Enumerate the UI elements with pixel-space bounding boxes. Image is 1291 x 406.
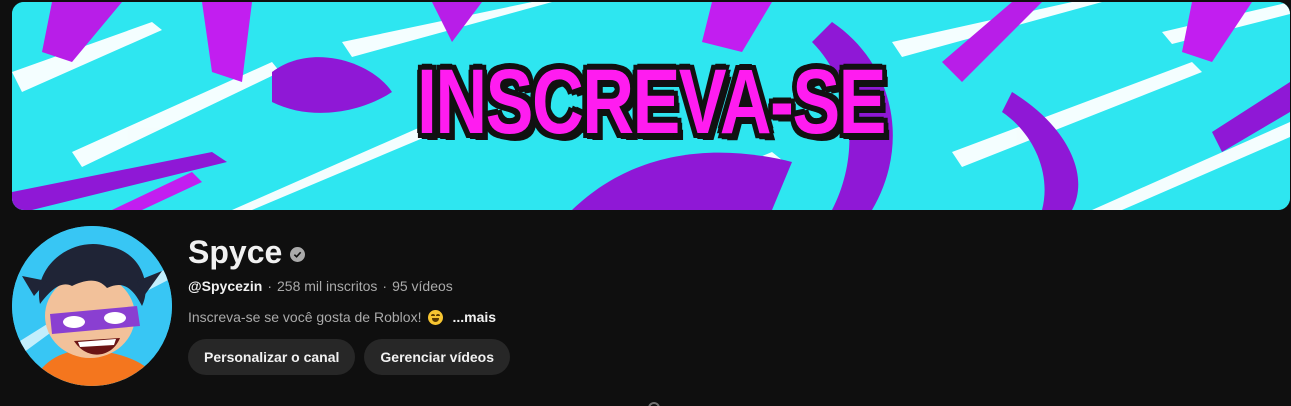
video-count: 95 vídeos — [392, 278, 453, 294]
channel-description[interactable]: Inscreva-se se você gosta de Roblox! ...… — [188, 309, 510, 325]
channel-avatar[interactable] — [12, 226, 172, 386]
verified-check-icon — [290, 246, 306, 262]
channel-name: Spyce — [188, 233, 283, 270]
description-text: Inscreva-se se você gosta de Roblox! — [188, 309, 422, 325]
channel-page: INSCREVA-SE Spyce @Spycezin · 258 mil in… — [0, 0, 1291, 406]
meta-separator: · — [267, 278, 273, 294]
channel-name-row: Spyce — [188, 232, 510, 272]
banner-title: INSCREVA-SE — [417, 51, 887, 153]
channel-info: Spyce @Spycezin · 258 mil inscritos · 95… — [188, 232, 511, 375]
customize-channel-button[interactable]: Personalizar o canal — [188, 339, 356, 375]
channel-handle: @Spycezin — [188, 278, 263, 294]
channel-meta: @Spycezin · 258 mil inscritos · 95 vídeo… — [188, 278, 510, 294]
grinning-face-icon — [428, 309, 444, 325]
channel-banner: INSCREVA-SE — [12, 2, 1290, 210]
manage-videos-button[interactable]: Gerenciar vídeos — [364, 339, 511, 375]
subscriber-count: 258 mil inscritos — [277, 278, 378, 294]
avatar-illustration — [12, 226, 172, 386]
channel-actions: Personalizar o canal Gerenciar vídeos — [188, 339, 511, 375]
loading-spinner-icon — [648, 402, 660, 406]
more-link[interactable]: ...mais — [452, 309, 496, 325]
meta-separator: · — [382, 278, 388, 294]
